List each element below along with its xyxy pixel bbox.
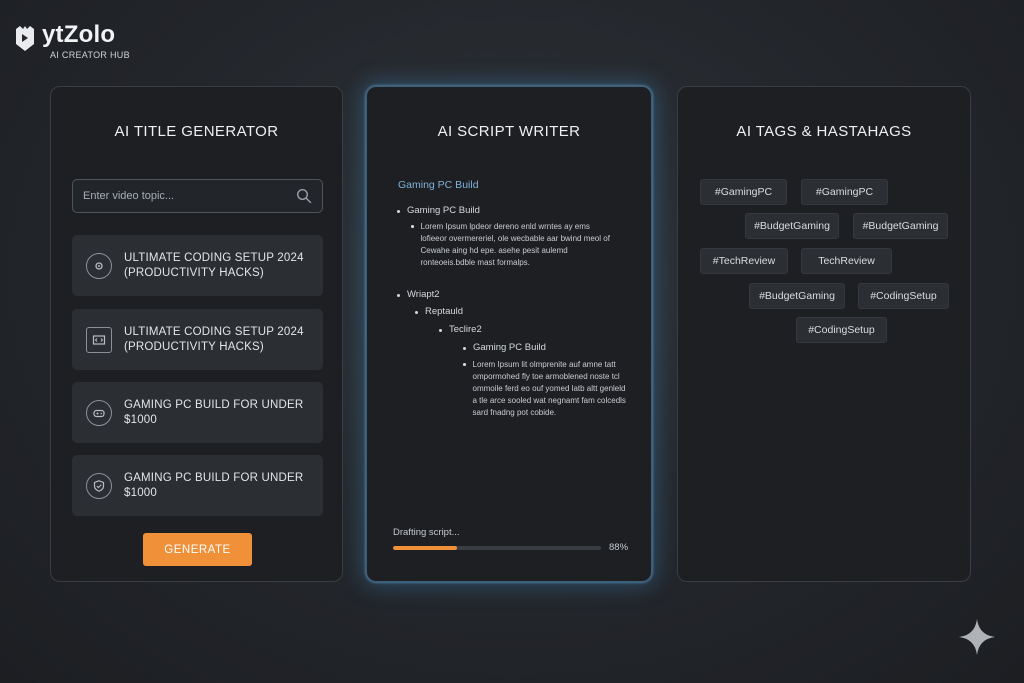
outline-item: Wriapt2 xyxy=(397,289,440,300)
tags-panel: AI TAGS & HASTAHAGS #GamingPC #GamingPC … xyxy=(677,86,971,582)
tag-chip[interactable]: #GamingPC xyxy=(801,179,888,205)
title-suggestion-text: GAMING PC BUILD FOR UNDER $1000 xyxy=(124,398,304,426)
gamepad-icon xyxy=(86,399,112,426)
search-box xyxy=(72,179,323,213)
tag-chip[interactable]: #TechReview xyxy=(700,248,788,274)
tag-chip[interactable]: #CodingSetup xyxy=(796,317,887,343)
generate-button[interactable]: GENERATE xyxy=(143,533,252,566)
progress-percent: 88% xyxy=(609,542,629,553)
outline-item: Lorem Ipsum lpdeor dereno enld wrntes ay… xyxy=(411,221,617,269)
progress-label: Drafting script... xyxy=(393,527,460,538)
search-icon[interactable] xyxy=(296,188,312,204)
title-suggestion-card[interactable]: ULTIMATE CODING SETUP 2024 (PRODUCTIVITY… xyxy=(72,235,323,296)
monitor-code-icon xyxy=(86,326,112,353)
title-suggestion-card[interactable]: GAMING PC BUILD FOR UNDER $1000 xyxy=(72,382,323,443)
brand-name: ytZolo xyxy=(42,21,116,48)
outline-item: Gaming PC Build xyxy=(463,342,546,353)
outline-item: Lorem Ipsum lit olmprenite auf amne tatt… xyxy=(463,359,629,419)
progress-fill xyxy=(393,546,458,550)
shield-logo-icon xyxy=(16,26,34,51)
outline-item: Reptauld xyxy=(415,306,463,317)
outline-item: Teclire2 xyxy=(439,324,482,335)
sparkle-icon xyxy=(959,619,995,655)
tag-chip[interactable]: #BudgetGaming xyxy=(749,283,845,309)
panel-title: AI SCRIPT WRITER xyxy=(437,123,581,140)
tag-chip[interactable]: #GamingPC xyxy=(700,179,787,205)
settings-circle-icon xyxy=(86,252,112,279)
tag-chip[interactable]: #BudgetGaming xyxy=(745,213,839,239)
title-suggestion-card[interactable]: GAMING PC BUILD FOR UNDER $1000 xyxy=(72,455,323,516)
progress-bar xyxy=(393,546,601,550)
topic-search-input[interactable] xyxy=(83,190,296,202)
tag-chip[interactable]: #BudgetGaming xyxy=(853,213,948,239)
tag-chip[interactable]: TechReview xyxy=(801,248,892,274)
brand-subtitle: AI CREATOR HUB xyxy=(50,50,130,60)
panel-title: AI TITLE GENERATOR xyxy=(114,123,279,140)
panel-title: AI TAGS & HASTAHAGS xyxy=(736,123,912,140)
title-suggestion-card[interactable]: ULTIMATE CODING SETUP 2024 (PRODUCTIVITY… xyxy=(72,309,323,370)
title-suggestion-text: ULTIMATE CODING SETUP 2024 (PRODUCTIVITY… xyxy=(124,325,304,353)
title-generator-panel: AI TITLE GENERATOR ULTIMATE CODING SETUP… xyxy=(50,86,343,582)
script-title: Gaming PC Build xyxy=(398,179,479,191)
shield-check-icon xyxy=(86,472,112,499)
brand: ytZolo AI CREATOR HUB xyxy=(14,21,130,60)
outline-item: Gaming PC Build xyxy=(397,205,480,216)
title-suggestion-text: GAMING PC BUILD FOR UNDER $1000 xyxy=(124,471,304,499)
tag-chip[interactable]: #CodingSetup xyxy=(858,283,949,309)
title-suggestion-text: ULTIMATE CODING SETUP 2024 (PRODUCTIVITY… xyxy=(124,251,304,279)
script-writer-panel: AI SCRIPT WRITER Gaming PC Build Gaming … xyxy=(366,86,652,582)
